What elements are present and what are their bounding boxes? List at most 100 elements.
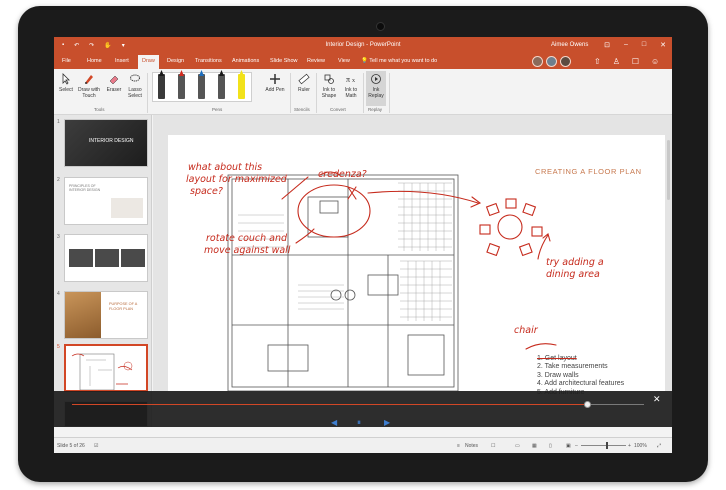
slideshow-icon[interactable]: ▣ <box>566 443 571 449</box>
zoom-level[interactable]: 100% <box>634 443 647 449</box>
minimize-icon[interactable]: – <box>624 41 628 49</box>
tell-me-box[interactable]: 💡 Tell me what you want to do <box>361 58 437 64</box>
pause-icon[interactable]: ⏸ <box>357 418 361 428</box>
powerpoint-window: ▪ ↶ ↷ ✋ ▾ Interior Design - PowerPoint A… <box>54 37 672 453</box>
tab-transitions[interactable]: Transitions <box>195 58 222 64</box>
avatar[interactable] <box>546 56 557 67</box>
zoom-out-icon[interactable]: – <box>575 443 578 449</box>
tab-right-icons: ⇧ ♙ ☐ ☺ <box>594 57 659 66</box>
close-icon[interactable]: ✕ <box>660 41 666 49</box>
lightbulb-icon: 💡 <box>361 58 368 64</box>
tab-draw[interactable]: Draw <box>138 55 159 69</box>
smiley-icon[interactable]: ☺ <box>651 57 659 66</box>
list-item: 2. Take measurements <box>537 363 608 371</box>
user-name[interactable]: Aimee Owens <box>551 42 588 48</box>
avatar[interactable] <box>560 56 571 67</box>
rewind-icon[interactable]: ◀ <box>331 418 337 427</box>
slide-thumbnails-pane: 1 INTERIOR DESIGN 2 PRINCIPLES OF INTERI… <box>54 115 152 427</box>
ink-chair <box>486 242 501 257</box>
maximize-icon[interactable]: □ <box>642 41 646 49</box>
share-icon[interactable]: ⇧ <box>594 57 601 66</box>
ruler-button[interactable]: Ruler <box>294 73 314 93</box>
ribbon-separator <box>290 73 291 113</box>
slide-canvas-area: what about this layout for maximized spa… <box>153 115 672 396</box>
close-replay-icon[interactable]: ✕ <box>653 394 661 405</box>
thumbnail-slide-4[interactable]: PURPOSE OF A FLOOR PLAN <box>64 291 148 339</box>
list-item: 3. Draw walls <box>537 371 579 379</box>
ribbon-options-icon[interactable]: ⊡ <box>604 41 610 49</box>
list-item: 4. Add architectural features <box>537 380 625 388</box>
eraser-label: Eraser <box>106 87 122 93</box>
tab-insert[interactable]: Insert <box>115 58 129 64</box>
forward-icon[interactable]: ▶ <box>384 418 390 427</box>
lasso-select-button[interactable]: Lasso Select <box>126 73 144 99</box>
draw-with-touch-button[interactable]: Draw with Touch <box>76 73 102 99</box>
replay-timeline[interactable] <box>72 401 644 408</box>
thumbnail-number: 2 <box>57 177 60 183</box>
select-button[interactable]: Select <box>58 73 74 93</box>
lasso-label-2: Select <box>128 93 142 99</box>
thumbnail-slide-2[interactable]: PRINCIPLES OF INTERIOR DESIGN <box>64 177 148 225</box>
notes-icon[interactable]: ≡ <box>457 443 460 449</box>
ink-replay-button[interactable]: Ink Replay <box>366 73 386 99</box>
account-icon[interactable]: ♙ <box>613 57 620 66</box>
thumbnail-number: 4 <box>57 291 60 297</box>
ink-chair <box>479 224 491 235</box>
tab-slide-show[interactable]: Slide Show <box>270 58 298 64</box>
pen-black[interactable] <box>158 70 165 99</box>
ink-note-credenza: credenza? <box>318 169 367 180</box>
math-icon: πx <box>346 75 355 84</box>
fit-window-icon[interactable]: ⤢ <box>657 443 661 449</box>
avatar[interactable] <box>532 56 543 67</box>
comments-icon[interactable]: ☐ <box>632 57 639 66</box>
pen-black-2[interactable] <box>218 70 225 99</box>
tab-animations[interactable]: Animations <box>232 58 259 64</box>
ink-note-couch-1: rotate couch and <box>206 233 288 244</box>
zoom-slider-handle[interactable] <box>605 442 608 449</box>
cursor-icon <box>62 73 70 85</box>
comments-status-icon[interactable]: ☐ <box>491 443 495 449</box>
ink-replay-label-2: Replay <box>368 93 384 99</box>
tab-design[interactable]: Design <box>167 58 184 64</box>
ink-chair <box>505 198 517 209</box>
reading-view-icon[interactable]: ▯ <box>549 443 552 449</box>
thumbnail-photo <box>69 249 93 267</box>
slide-sorter-icon[interactable]: ▦ <box>532 443 537 449</box>
eraser-button[interactable]: Eraser <box>104 73 124 93</box>
notes-button[interactable]: Notes <box>465 443 478 449</box>
ink-note-layout-1: what about this <box>188 162 262 173</box>
ink-to-math-button[interactable]: πx Ink to Math <box>341 73 361 99</box>
add-pen-button[interactable]: Add Pen <box>264 73 286 93</box>
thumbnail-slide-1[interactable]: INTERIOR DESIGN <box>64 119 148 167</box>
draw-touch-label-2: Touch <box>82 93 96 99</box>
ruler-icon <box>298 73 310 85</box>
thumbnail-slide-3[interactable] <box>64 234 148 282</box>
thumbnail-photo <box>111 198 143 218</box>
slide-5[interactable]: what about this layout for maximized spa… <box>168 135 665 396</box>
zoom-slider[interactable] <box>581 442 626 449</box>
vertical-scrollbar[interactable] <box>667 140 670 200</box>
tools-group-label: Tools <box>94 107 105 112</box>
ribbon-separator <box>389 73 390 113</box>
tab-review[interactable]: Review <box>307 58 325 64</box>
eraser-icon <box>109 75 119 85</box>
spellcheck-icon[interactable]: ☑ <box>94 443 98 449</box>
pen-red[interactable] <box>178 70 185 99</box>
tab-file[interactable]: File <box>62 58 71 64</box>
tab-view[interactable]: View <box>338 58 350 64</box>
ink-pointer-line <box>295 228 315 244</box>
thumbnail-title: PRINCIPLES OF INTERIOR DESIGN <box>69 184 101 192</box>
ink-to-shape-button[interactable]: Ink to Shape <box>319 73 339 99</box>
pens-group-label: Pens <box>212 107 223 112</box>
ribbon-separator <box>316 73 317 113</box>
pen-blue[interactable] <box>198 70 205 99</box>
replay-scrubber-handle[interactable] <box>583 401 591 408</box>
ink-shape-label-2: Shape <box>321 93 337 99</box>
normal-view-icon[interactable]: ▭ <box>515 443 520 449</box>
ink-note-layout-3: space? <box>190 186 223 197</box>
highlighter-yellow[interactable] <box>238 70 245 99</box>
zoom-in-icon[interactable]: + <box>628 443 631 449</box>
thumbnail-slide-5[interactable] <box>64 344 148 392</box>
tab-home[interactable]: Home <box>87 58 102 64</box>
ink-math-label-2: Math <box>345 93 357 99</box>
